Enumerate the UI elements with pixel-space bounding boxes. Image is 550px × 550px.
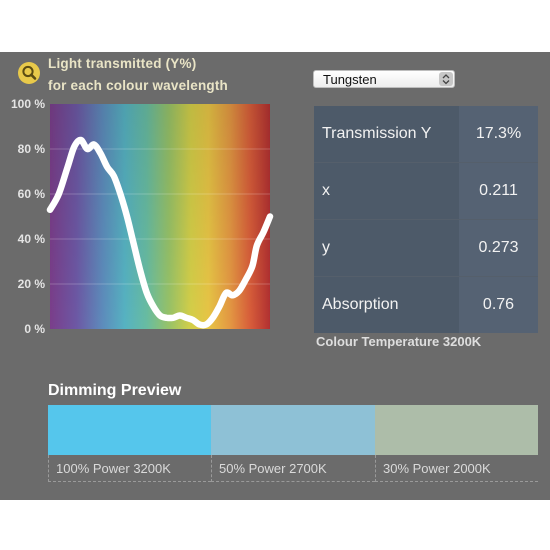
- result-label: y: [314, 219, 459, 277]
- result-value: 17.3%: [459, 106, 538, 163]
- illuminant-select[interactable]: Tungsten: [313, 70, 455, 88]
- updown-arrows-icon: [439, 72, 453, 86]
- results-table: Transmission Y 17.3% x 0.211 y 0.273 Abs…: [314, 106, 538, 333]
- y-tick-label: 40 %: [18, 232, 46, 246]
- result-value: 0.211: [459, 162, 538, 220]
- illuminant-selected-value: Tungsten: [323, 72, 377, 87]
- y-tick-label: 20 %: [18, 277, 46, 291]
- table-row: y 0.273: [314, 219, 538, 277]
- dimming-preview-title: Dimming Preview: [48, 382, 182, 399]
- filter-info-panel: Light transmitted (Y%) for each colour w…: [0, 52, 550, 500]
- result-label: x: [314, 162, 459, 220]
- transmission-chart: 100 % 80 % 60 % 40 % 20 % 0 %: [11, 97, 274, 336]
- result-value: 0.273: [459, 219, 538, 277]
- dimming-swatch-30: [375, 405, 538, 455]
- table-row: x 0.211: [314, 162, 538, 220]
- dimming-label-50: 50% Power 2700K: [211, 455, 375, 482]
- result-value: 0.76: [459, 276, 538, 333]
- result-label: Absorption: [314, 276, 459, 333]
- colour-temperature: Colour Temperature 3200K: [316, 334, 482, 349]
- y-tick-label: 80 %: [18, 142, 46, 156]
- dimming-label-30: 30% Power 2000K: [375, 455, 538, 482]
- y-tick-label: 100 %: [11, 97, 45, 111]
- table-row: Transmission Y 17.3%: [314, 106, 538, 163]
- y-axis-ticks: 100 % 80 % 60 % 40 % 20 % 0 %: [11, 97, 45, 336]
- dimming-swatch-50: [211, 405, 375, 455]
- y-tick-label: 60 %: [18, 187, 46, 201]
- table-row: Absorption 0.76: [314, 276, 538, 333]
- result-label: Transmission Y: [314, 106, 459, 163]
- y-tick-label: 0 %: [24, 322, 45, 336]
- dimming-swatch-100: [48, 405, 211, 455]
- dimming-label-100: 100% Power 3200K: [48, 455, 211, 482]
